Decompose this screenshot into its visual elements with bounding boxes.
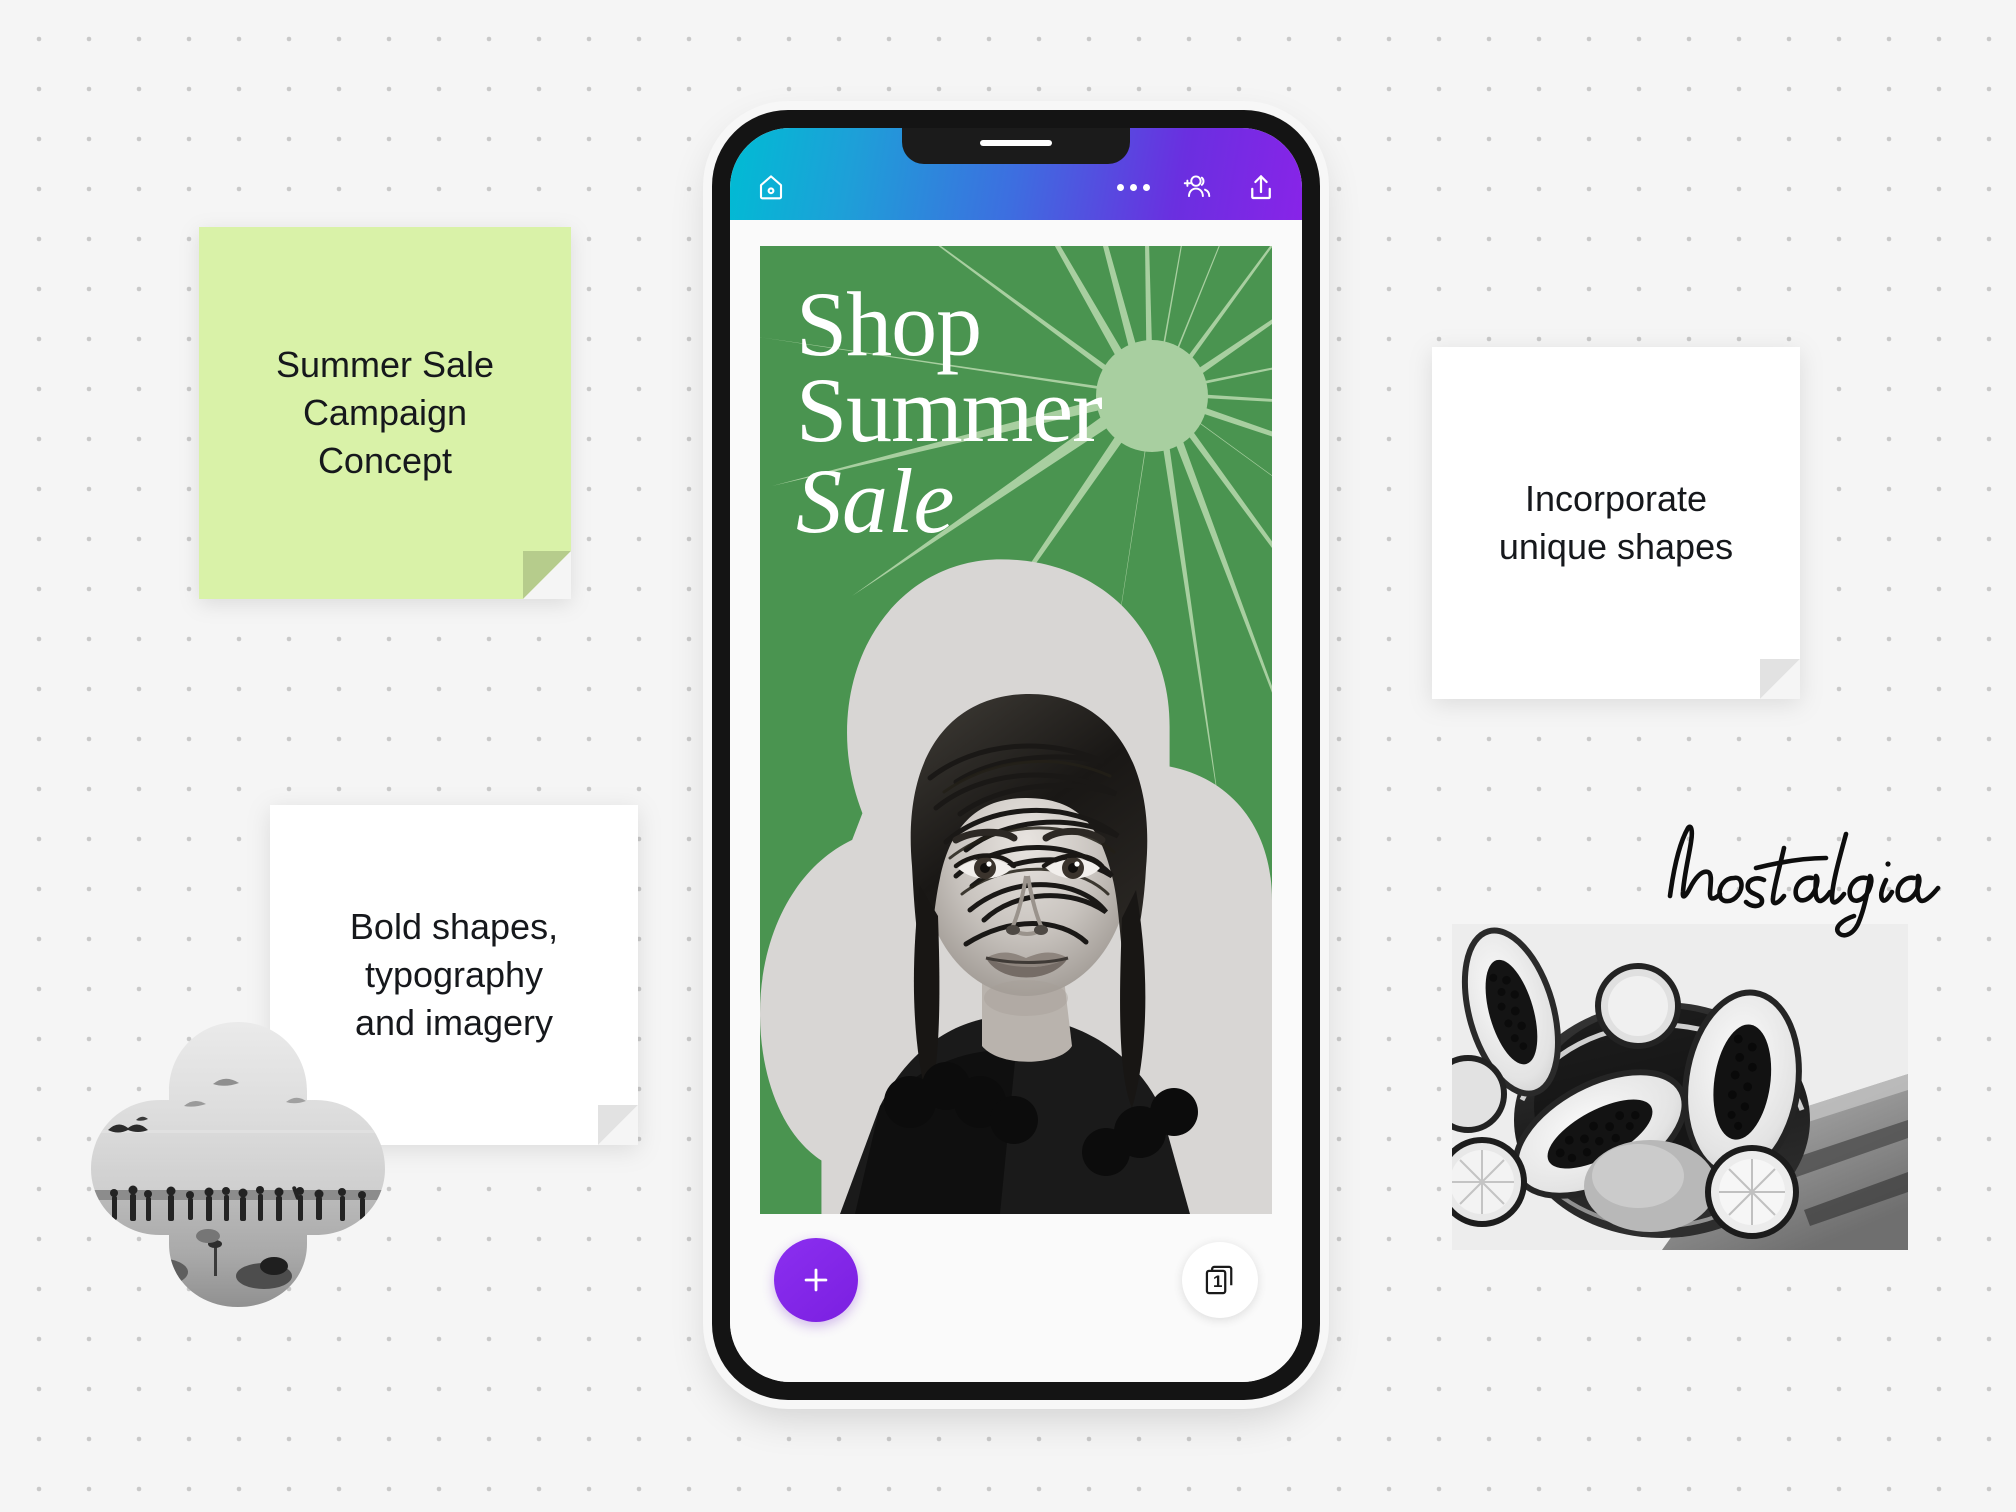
phone-notch	[902, 128, 1130, 164]
add-collaborator-icon[interactable]	[1178, 168, 1216, 206]
toolbar-right-group	[1114, 168, 1280, 206]
sticky-note-summer-sale-text: Summer Sale Campaign Concept	[275, 344, 495, 481]
poster-title-line1: Shop	[796, 273, 982, 375]
nostalgia-script-text	[1660, 800, 2010, 940]
ellipsis-dots	[1116, 183, 1150, 191]
sticky-note-incorporate-shapes-text: Incorporate unique shapes	[1498, 478, 1734, 567]
note-fold-corner	[598, 1105, 638, 1145]
add-element-button[interactable]	[774, 1238, 858, 1322]
sticky-note-summer-sale[interactable]: Summer Sale Campaign Concept	[199, 227, 571, 599]
phone-screen: Shop Summer Sale 1	[730, 128, 1302, 1382]
portrait-photo	[760, 559, 1272, 1214]
note-fold-corner	[1760, 659, 1800, 699]
home-icon[interactable]	[752, 168, 790, 206]
sticky-note-incorporate-shapes[interactable]: Incorporate unique shapes	[1432, 347, 1800, 699]
notch-speaker	[980, 140, 1052, 146]
editor-bottom-bar: 1	[730, 1214, 1302, 1382]
more-options-icon[interactable]	[1114, 168, 1152, 206]
nostalgia-handwriting	[1667, 824, 1941, 938]
sticky-note-bold-shapes-text: Bold shapes, typography and imagery	[349, 906, 559, 1043]
share-icon[interactable]	[1242, 168, 1280, 206]
poster-title-line3: Sale	[796, 450, 955, 553]
phone-mockup: Shop Summer Sale 1	[712, 110, 1320, 1400]
pages-icon: 1	[1203, 1263, 1237, 1297]
design-poster[interactable]: Shop Summer Sale	[760, 246, 1272, 1214]
pages-button[interactable]: 1	[1182, 1242, 1258, 1318]
sticky-note-bold-shapes[interactable]: Bold shapes, typography and imagery	[270, 805, 638, 1145]
poster-title-line2: Summer	[796, 358, 1103, 461]
papaya-photo[interactable]	[1452, 924, 1908, 1250]
papaya-photo-art	[1452, 924, 1908, 1250]
poster-title: Shop Summer Sale	[796, 273, 1103, 553]
note-fold-corner	[523, 551, 571, 599]
